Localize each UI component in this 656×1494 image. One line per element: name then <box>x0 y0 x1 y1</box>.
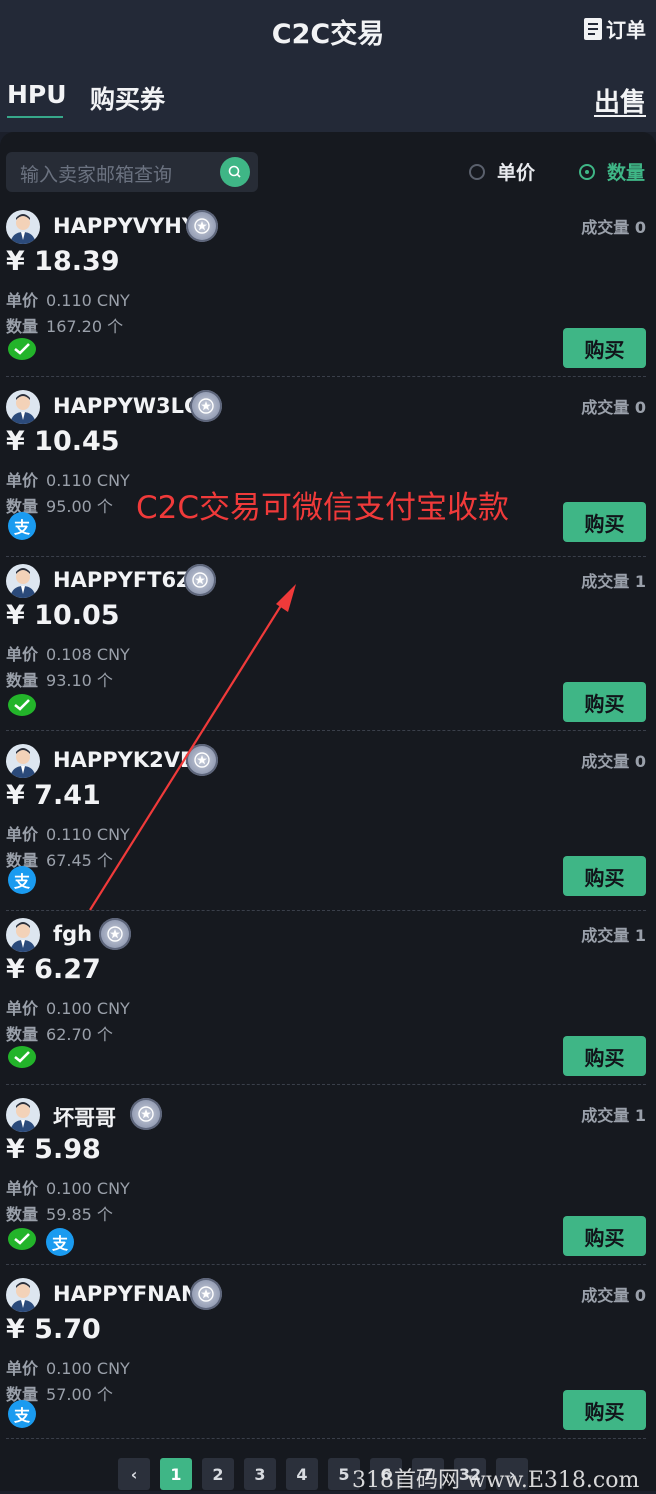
page-button-3[interactable]: 3 <box>244 1458 276 1490</box>
page-button-4[interactable]: 4 <box>286 1458 318 1490</box>
prev-page-button[interactable]: ‹ <box>118 1458 150 1490</box>
page-button-2[interactable]: 2 <box>202 1458 234 1490</box>
site-watermark: 318首码网 www.E318.com <box>352 1468 640 1493</box>
annotation-arrow <box>89 584 296 911</box>
page-button-1[interactable]: 1 <box>160 1458 192 1490</box>
annotation-text: C2C交易可微信支付宝收款 <box>136 490 510 526</box>
